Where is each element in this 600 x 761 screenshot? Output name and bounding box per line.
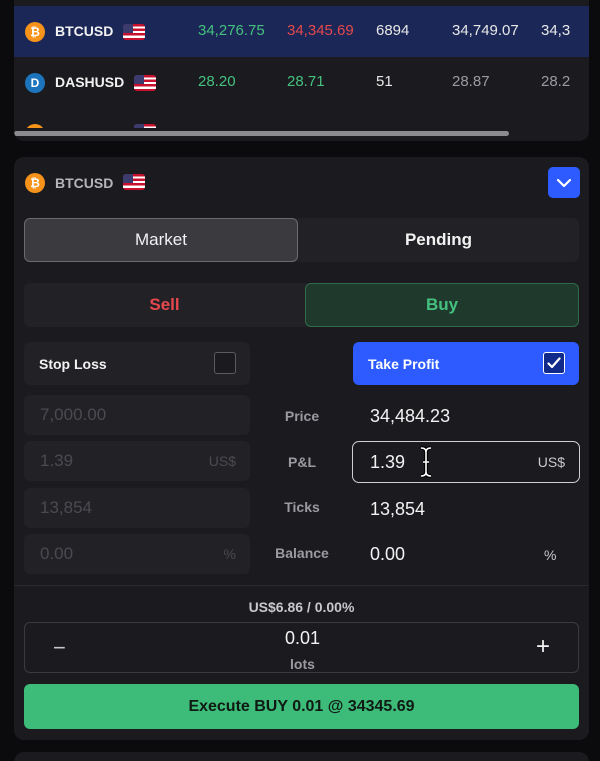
ticks-label: Ticks	[284, 499, 320, 515]
checkmark-icon	[547, 357, 561, 369]
stop-loss-ticks-input[interactable]: 13,854	[24, 488, 250, 528]
us-flag-icon	[123, 24, 145, 40]
bitcoin-icon: ₿	[25, 22, 45, 42]
high-price: 28.87	[452, 73, 490, 90]
input-value: 1.39	[40, 451, 74, 470]
dash-icon: D	[25, 73, 45, 93]
take-profit-label: Take Profit	[368, 355, 440, 372]
ask-price: 34,345.69	[287, 22, 354, 39]
stop-loss-pnl-input[interactable]: 1.39 US$	[24, 441, 250, 481]
stop-loss-price-input[interactable]: 7,000.00	[24, 395, 250, 435]
collapse-button[interactable]	[548, 167, 580, 198]
bitcoin-icon: ₿	[25, 173, 45, 193]
divider	[14, 585, 589, 586]
take-profit-toggle[interactable]: Take Profit	[353, 342, 579, 385]
horizontal-scrollbar[interactable]	[14, 131, 509, 136]
watchlist-row-partial[interactable]	[14, 108, 589, 128]
ask-price: 28.71	[287, 73, 325, 90]
input-value: 7,000.00	[40, 405, 107, 424]
input-value: 1.39	[370, 452, 406, 472]
execute-order-button[interactable]: Execute BUY 0.01 @ 34345.69	[24, 684, 579, 729]
stop-loss-label: Stop Loss	[39, 355, 107, 372]
take-profit-balance-value[interactable]: 0.00	[370, 544, 405, 565]
symbol-name: BTCUSD	[55, 23, 114, 39]
input-unit: US$	[537, 454, 565, 470]
stop-loss-balance-input[interactable]: 0.00 %	[24, 534, 250, 574]
take-profit-price-value[interactable]: 34,484.23	[370, 406, 450, 427]
text-cursor-icon	[420, 446, 432, 478]
watchlist-row-dashusd[interactable]: D DASHUSD 28.20 28.71 51 28.87 28.2	[14, 57, 589, 108]
input-value: 13,854	[40, 498, 92, 517]
high-price: 34,749.07	[452, 22, 519, 39]
take-profit-pnl-input[interactable]: 1.39 US$	[352, 441, 580, 483]
tab-pending[interactable]: Pending	[298, 218, 579, 262]
buy-button[interactable]: Buy	[305, 283, 579, 327]
pnl-label: P&L	[288, 454, 316, 470]
low-price: 28.2	[541, 73, 571, 90]
margin-summary: US$6.86 / 0.00%	[248, 599, 355, 615]
order-panel: ₿ BTCUSD Market Pending Sell Buy Stop Lo…	[14, 157, 589, 740]
input-value: 0.00	[40, 544, 74, 563]
input-unit: US$	[208, 453, 236, 469]
low-price: 34,3	[541, 22, 571, 39]
volume: 6894	[376, 22, 410, 39]
price-label: Price	[284, 408, 320, 424]
lots-stepper: − 0.01 lots +	[24, 622, 579, 673]
bid-price: 28.20	[198, 73, 236, 90]
input-unit: %	[223, 546, 236, 562]
order-type-tabs: Market Pending	[24, 218, 579, 262]
next-panel	[14, 752, 589, 761]
stop-loss-toggle[interactable]: Stop Loss	[24, 342, 250, 385]
chevron-down-icon	[556, 178, 572, 187]
lots-amount[interactable]: 0.01	[25, 628, 580, 649]
bid-price: 34,276.75	[198, 22, 265, 39]
lots-unit: lots	[290, 656, 315, 672]
order-symbol: BTCUSD	[55, 175, 114, 191]
coin-icon	[25, 124, 45, 128]
balance-label: Balance	[275, 545, 329, 561]
balance-unit: %	[544, 547, 557, 563]
stop-loss-checkbox[interactable]	[214, 352, 236, 374]
sell-button[interactable]: Sell	[24, 283, 305, 327]
volume: 51	[376, 73, 393, 90]
us-flag-icon	[134, 124, 156, 128]
take-profit-checkbox[interactable]	[543, 352, 565, 374]
side-selector: Sell Buy	[24, 283, 579, 327]
watchlist-panel: ₿ BTCUSD 34,276.75 34,345.69 6894 34,749…	[14, 0, 589, 141]
symbol-name: DASHUSD	[55, 74, 125, 90]
tab-market[interactable]: Market	[24, 218, 298, 262]
increase-lots-button[interactable]: +	[536, 633, 550, 661]
us-flag-icon	[134, 75, 156, 91]
take-profit-ticks-value[interactable]: 13,854	[370, 499, 425, 520]
us-flag-icon	[123, 174, 145, 190]
watchlist-row-btcusd[interactable]: ₿ BTCUSD 34,276.75 34,345.69 6894 34,749…	[14, 6, 589, 57]
